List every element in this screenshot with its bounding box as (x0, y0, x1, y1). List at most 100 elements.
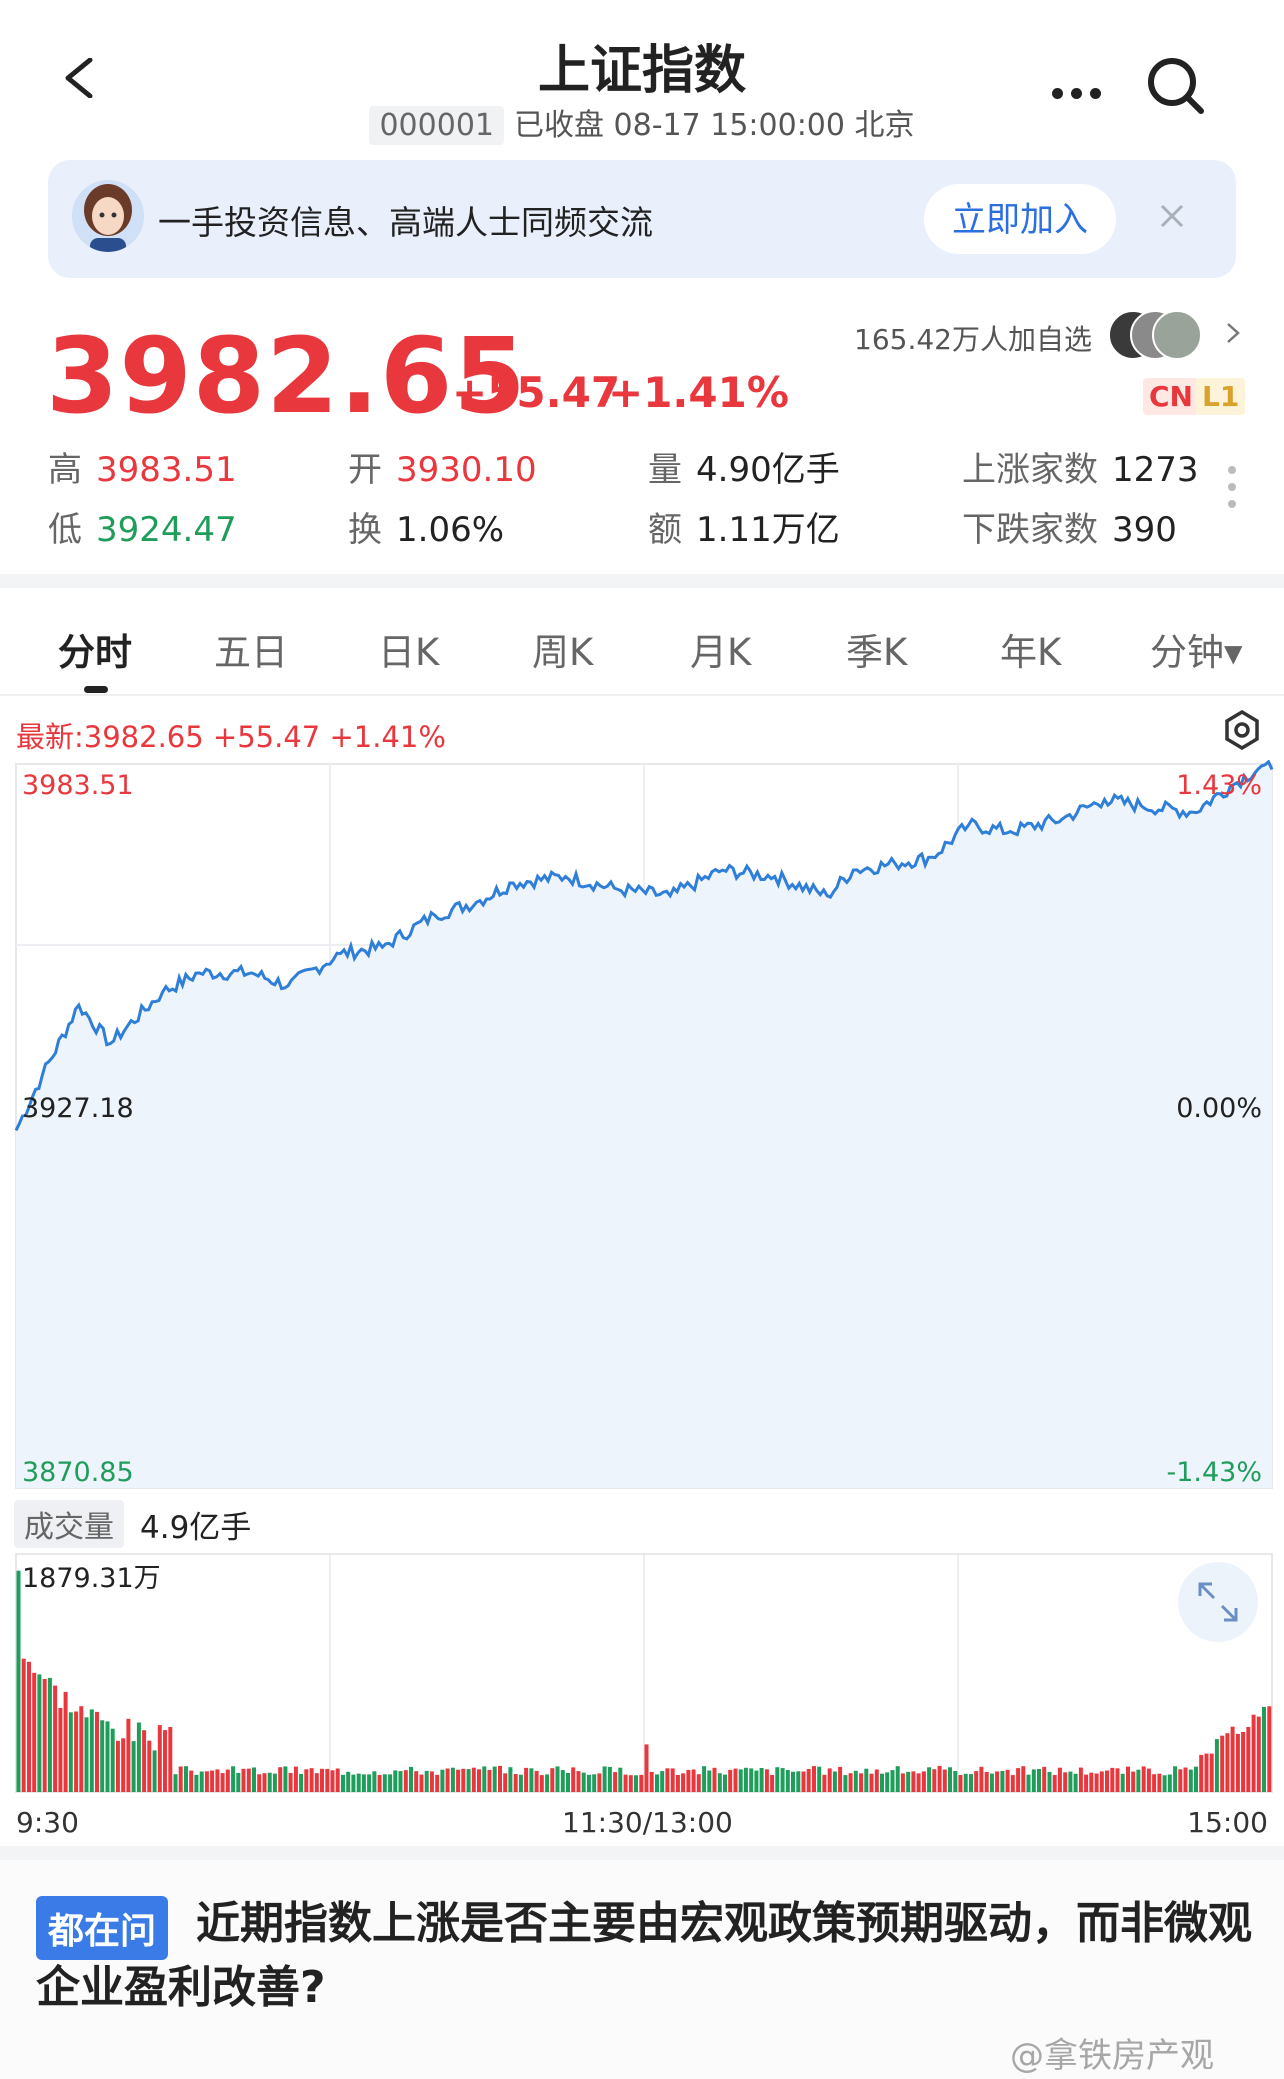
watchlist-count[interactable]: 165.42万人加自选 (854, 318, 1092, 358)
tab-item[interactable]: 周K (532, 622, 593, 676)
volume-bar (518, 1774, 523, 1792)
stat-value: 3924.47 (96, 510, 237, 550)
price-change-percent: +1.41% (608, 368, 789, 417)
stat-item: 下跌家数 390 (962, 502, 1177, 551)
tab-item[interactable]: 分时 (58, 622, 132, 676)
volume-bar (498, 1765, 502, 1792)
volume-bar (806, 1769, 811, 1792)
volume-bar (377, 1775, 382, 1792)
volume-bar (320, 1768, 324, 1792)
volume-bar (220, 1773, 225, 1792)
volume-bar (581, 1772, 586, 1792)
volume-bar (529, 1768, 534, 1792)
tab-item[interactable]: 五日 (214, 622, 288, 676)
volume-bar (691, 1769, 696, 1792)
close-banner-icon[interactable] (1154, 198, 1190, 234)
volume-bar (576, 1771, 581, 1792)
volume-bar (1188, 1769, 1193, 1792)
volume-bar (702, 1766, 707, 1792)
volume-bar (204, 1771, 209, 1792)
volume-bar (1089, 1772, 1094, 1792)
volume-bar (874, 1769, 879, 1792)
search-icon[interactable] (1146, 56, 1206, 116)
volume-bar (623, 1774, 628, 1792)
volume-bar (1262, 1706, 1266, 1792)
volume-bar (278, 1767, 283, 1792)
volume-bar (1152, 1774, 1157, 1792)
volume-bar (963, 1773, 968, 1792)
volume-bar (681, 1773, 686, 1792)
chevron-right-icon[interactable] (1222, 322, 1244, 344)
volume-bar (299, 1774, 304, 1792)
volume-bar (895, 1766, 900, 1792)
volume-bar (1209, 1753, 1214, 1792)
volume-bar (707, 1770, 712, 1792)
volume-bar (759, 1768, 764, 1792)
tab-item[interactable]: 日K (378, 622, 439, 676)
volume-bar (246, 1768, 251, 1792)
volume-bar (916, 1773, 921, 1792)
tab-divider (0, 694, 1284, 696)
more-menu-icon[interactable] (1052, 84, 1109, 103)
volume-bar (477, 1769, 481, 1792)
stat-label: 上涨家数 (962, 450, 1098, 490)
volume-bar (74, 1711, 79, 1792)
stat-value: 1.06% (396, 510, 505, 550)
volume-bar (142, 1730, 147, 1792)
volume-bar (764, 1769, 769, 1792)
volume-bar (948, 1767, 952, 1792)
chart-settings-icon[interactable] (1222, 710, 1262, 750)
volume-bar (194, 1774, 199, 1792)
volume-bar (136, 1722, 141, 1792)
volume-bar (115, 1740, 120, 1792)
watcher-avatars[interactable] (1108, 310, 1202, 360)
stat-value: 390 (1112, 510, 1177, 550)
volume-bar (906, 1771, 911, 1792)
intraday-chart[interactable] (0, 760, 1284, 1800)
volume-bar (309, 1768, 314, 1792)
volume-bar (812, 1766, 816, 1792)
volume-bar (953, 1771, 958, 1792)
volume-bar (869, 1773, 874, 1792)
volume-bar (770, 1775, 775, 1792)
tab-item[interactable]: 年K (1000, 622, 1061, 676)
volume-bar (942, 1769, 947, 1792)
volume-bar (1037, 1769, 1041, 1792)
volume-bar (796, 1771, 801, 1792)
volume-bar (21, 1658, 26, 1792)
volume-bar (1136, 1769, 1141, 1792)
volume-bar (346, 1771, 351, 1792)
volume-bar (1173, 1766, 1178, 1792)
volume-bar (592, 1774, 597, 1792)
volume-bar (1204, 1753, 1209, 1792)
volume-bar (236, 1772, 241, 1792)
volume-bar (974, 1771, 979, 1792)
volume-bar (738, 1769, 743, 1792)
hot-question-text[interactable]: 近期指数上涨是否主要由宏观政策预期驱动，而非微观企业盈利改善? (36, 1892, 1258, 2020)
volume-bar (1057, 1767, 1062, 1792)
more-stats-icon[interactable] (1228, 466, 1236, 517)
expand-chart-button[interactable] (1178, 1562, 1258, 1642)
volume-bar (634, 1775, 638, 1792)
tab-item[interactable]: 分钟▾ (1150, 622, 1243, 676)
volume-bar (1256, 1716, 1261, 1792)
volume-bar (1000, 1771, 1005, 1792)
volume-bar (1010, 1775, 1015, 1792)
join-now-button[interactable]: 立即加入 (924, 184, 1116, 254)
volume-tag[interactable]: 成交量 (14, 1500, 124, 1548)
tab-item[interactable]: 季K (846, 622, 907, 676)
volume-bar (1157, 1773, 1162, 1792)
volume-bar (995, 1771, 1000, 1792)
volume-bar (131, 1741, 136, 1792)
volume-bar (1214, 1739, 1219, 1792)
volume-bar (545, 1774, 550, 1792)
volume-bar (231, 1766, 236, 1792)
volume-bar (665, 1768, 670, 1792)
tab-item[interactable]: 月K (690, 622, 751, 676)
volume-bar (445, 1768, 450, 1792)
volume-bar (649, 1771, 654, 1792)
volume-bar (817, 1766, 822, 1792)
volume-bar (1047, 1771, 1052, 1792)
banner-avatar (72, 180, 144, 252)
volume-bar (403, 1770, 408, 1792)
